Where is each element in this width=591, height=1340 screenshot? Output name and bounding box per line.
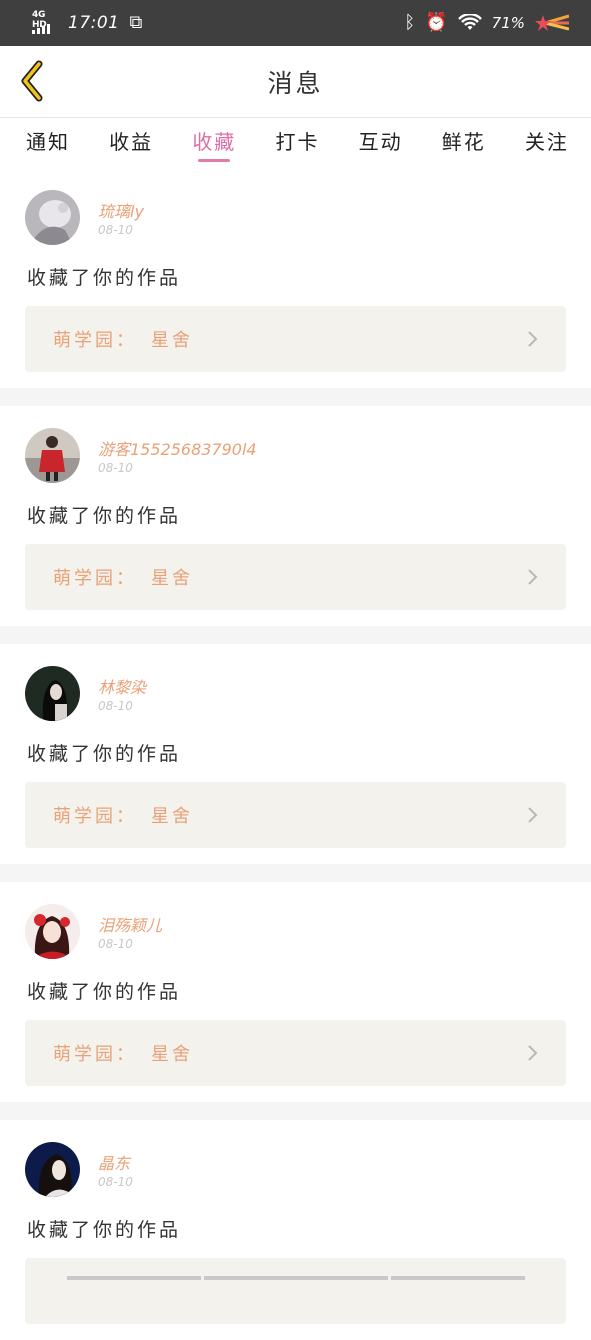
tab-earnings[interactable]: 收益: [109, 118, 153, 162]
chevron-right-icon: [528, 1045, 538, 1061]
list-item: 琉璃ly 08-10 收藏了你的作品 萌学园： 星舍: [0, 168, 591, 388]
bluetooth-icon: ᛒ: [404, 12, 416, 33]
tab-check-in[interactable]: 打卡: [275, 118, 319, 162]
message-text: 收藏了你的作品: [27, 505, 182, 527]
message-text: 收藏了你的作品: [27, 743, 182, 765]
page-title: 消息: [267, 68, 324, 98]
app-header: 消息: [0, 46, 591, 118]
tab-favorites[interactable]: 收藏: [192, 118, 236, 162]
work-link[interactable]: 萌学园： 星舍: [25, 544, 566, 610]
divider: [0, 388, 591, 406]
status-time: 17:01: [68, 13, 120, 33]
avatar[interactable]: [25, 1142, 80, 1197]
message-time: 08-10: [98, 223, 133, 237]
shooting-star-icon: [535, 14, 569, 31]
list-item: 泪殇颖儿 08-10 收藏了你的作品 萌学园： 星舍: [0, 882, 591, 1102]
cellular-signal-icon: 4G HD: [32, 9, 58, 37]
work-category: 萌学园：: [53, 806, 137, 827]
avatar[interactable]: [25, 428, 80, 483]
work-category: 萌学园：: [53, 1044, 137, 1065]
message-time: 08-10: [98, 937, 133, 951]
chevron-right-icon: [528, 569, 538, 585]
message-time: 08-10: [98, 461, 133, 475]
work-title: 星舍: [151, 568, 193, 589]
message-text: 收藏了你的作品: [27, 1219, 182, 1241]
tab-follows[interactable]: 关注: [525, 118, 569, 162]
tab-interactions[interactable]: 互动: [359, 118, 403, 162]
message-time: 08-10: [98, 1175, 133, 1189]
scroll-indicator: [0, 1276, 591, 1280]
message-text: 收藏了你的作品: [27, 981, 182, 1003]
work-title: 星舍: [151, 330, 193, 351]
message-time: 08-10: [98, 699, 133, 713]
avatar[interactable]: [25, 904, 80, 959]
work-category: 萌学园：: [53, 568, 137, 589]
tab-flowers[interactable]: 鲜花: [442, 118, 486, 162]
list-item: 游客15525683790l4 08-10 收藏了你的作品 萌学园： 星舍: [0, 406, 591, 626]
alarm-icon: ⏰: [425, 12, 448, 33]
battery-percent: 71%: [491, 14, 525, 32]
wifi-icon: [457, 14, 482, 30]
screenshot-notification-icon: ⧉: [129, 12, 143, 33]
user-name[interactable]: 琉璃ly: [98, 198, 144, 222]
list-item: 林黎染 08-10 收藏了你的作品 萌学园： 星舍: [0, 644, 591, 864]
work-category: 萌学园：: [53, 330, 137, 351]
avatar[interactable]: [25, 190, 80, 245]
user-name[interactable]: 晶东: [98, 1150, 130, 1174]
message-text: 收藏了你的作品: [27, 267, 182, 289]
work-title: 星舍: [151, 806, 193, 827]
work-link[interactable]: [25, 1258, 566, 1324]
message-list: 琉璃ly 08-10 收藏了你的作品 萌学园： 星舍 游客15525683790…: [0, 168, 591, 1340]
work-link[interactable]: 萌学园： 星舍: [25, 782, 566, 848]
work-link[interactable]: 萌学园： 星舍: [25, 306, 566, 372]
divider: [0, 864, 591, 882]
message-category-tabs: 通知 收益 收藏 打卡 互动 鲜花 关注: [0, 118, 591, 168]
back-button[interactable]: [10, 58, 54, 104]
chevron-right-icon: [528, 331, 538, 347]
work-title: 星舍: [151, 1044, 193, 1065]
user-name[interactable]: 泪殇颖儿: [98, 912, 162, 936]
user-name[interactable]: 游客15525683790l4: [98, 436, 257, 460]
tab-notifications[interactable]: 通知: [26, 118, 70, 162]
divider: [0, 626, 591, 644]
chevron-left-icon: [21, 60, 43, 102]
user-name[interactable]: 林黎染: [98, 674, 146, 698]
work-link[interactable]: 萌学园： 星舍: [25, 1020, 566, 1086]
avatar[interactable]: [25, 666, 80, 721]
status-bar: 4G HD 17:01 ⧉ ᛒ ⏰ 71%: [0, 0, 591, 46]
chevron-right-icon: [528, 807, 538, 823]
divider: [0, 1102, 591, 1120]
list-item: 晶东 08-10 收藏了你的作品: [0, 1120, 591, 1340]
